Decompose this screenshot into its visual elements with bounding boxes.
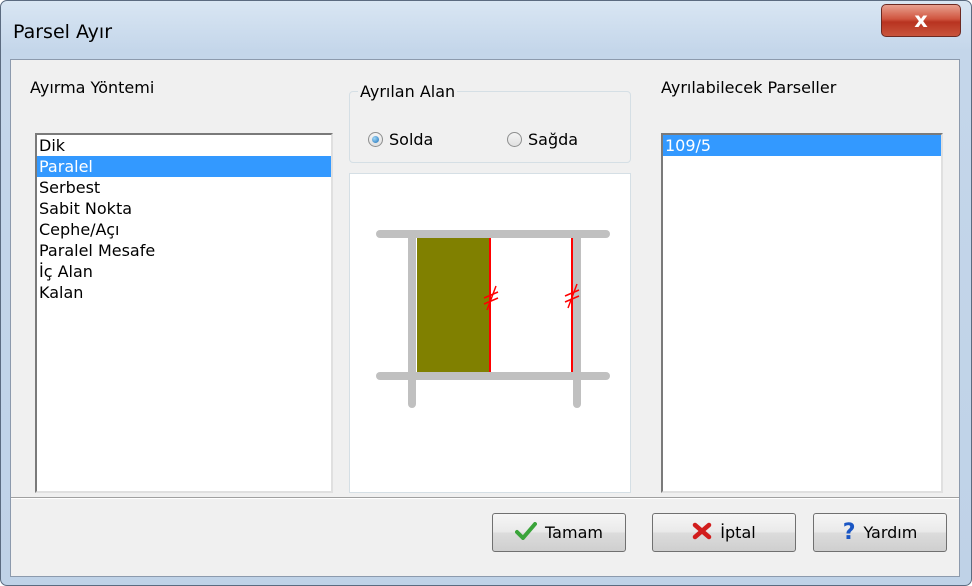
radio-left[interactable]: Solda xyxy=(368,130,433,149)
ok-button[interactable]: Tamam xyxy=(492,513,626,552)
method-list-item[interactable]: İç Alan xyxy=(37,261,331,282)
radio-left-indicator xyxy=(368,132,383,147)
close-icon: x xyxy=(914,8,928,32)
method-list[interactable]: Dik Paralel Serbest Sabit Nokta Cephe/Açı Par… xyxy=(35,133,333,493)
window-title: Parsel Ayır xyxy=(13,21,113,43)
dialog-client-area: Ayırma Yöntemi Dik Paralel Serbest Sabit No… xyxy=(10,59,960,577)
method-list-item[interactable]: Sabit Nokta xyxy=(37,198,331,219)
method-label: Ayırma Yöntemi xyxy=(30,78,155,97)
help-button-label: Yardım xyxy=(863,523,918,542)
radio-right-indicator xyxy=(507,132,522,147)
method-list-item[interactable]: Kalan xyxy=(37,282,331,303)
method-list-item[interactable]: Cephe/Açı xyxy=(37,219,331,240)
parcels-list[interactable]: 109/5 xyxy=(661,133,943,493)
close-button[interactable]: x xyxy=(881,4,961,37)
question-mark-icon: ? xyxy=(842,519,856,545)
help-button[interactable]: ? Yardım xyxy=(813,513,947,552)
red-x-icon xyxy=(692,522,712,544)
method-list-item[interactable]: Paralel xyxy=(37,156,331,177)
parcels-label: Ayrılabilecek Parseller xyxy=(661,78,837,97)
ok-button-label: Tamam xyxy=(545,523,603,542)
area-label: Ayrılan Alan xyxy=(358,82,458,101)
radio-right[interactable]: Sağda xyxy=(507,130,578,149)
method-list-item[interactable]: Dik xyxy=(37,135,331,156)
cancel-button-label: İptal xyxy=(720,523,756,542)
split-preview xyxy=(349,173,631,493)
title-bar[interactable]: Parsel Ayır x xyxy=(1,1,971,59)
checkmark-icon xyxy=(515,521,538,544)
button-separator xyxy=(11,497,959,499)
parcel-split-diagram xyxy=(376,230,610,408)
parcel-list-item[interactable]: 109/5 xyxy=(663,135,941,156)
separated-area-fill xyxy=(417,238,490,374)
radio-right-label: Sağda xyxy=(528,130,579,149)
radio-left-label: Solda xyxy=(389,130,434,149)
area-groupbox: Ayrılan Alan Solda Sağda xyxy=(349,82,631,163)
method-list-item[interactable]: Serbest xyxy=(37,177,331,198)
cancel-button[interactable]: İptal xyxy=(652,513,796,552)
dialog-window: Parsel Ayır x Ayırma Yöntemi Dik Paralel S… xyxy=(0,0,972,586)
method-list-item[interactable]: Paralel Mesafe xyxy=(37,240,331,261)
